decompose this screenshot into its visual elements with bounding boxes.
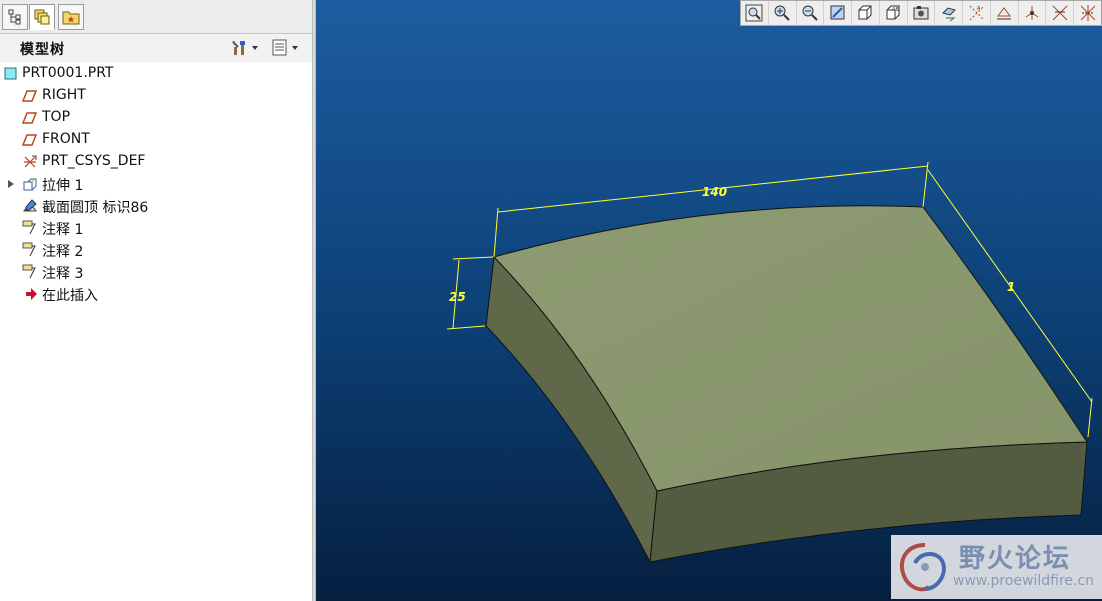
zoom-fit-button[interactable] bbox=[741, 1, 769, 25]
dimension-width-label[interactable]: 140 bbox=[702, 185, 727, 199]
svg-text:A: A bbox=[977, 6, 981, 12]
tools-icon bbox=[232, 41, 245, 55]
graphics-viewport[interactable]: 140 25 1 AB A 野火论坛 www.proewildfire.cn bbox=[316, 0, 1102, 601]
svg-text:AB: AB bbox=[892, 7, 899, 13]
layers-icon bbox=[34, 9, 50, 25]
display-style-icon bbox=[913, 6, 929, 20]
tree-item-section-dome[interactable]: 截面圆顶 标识86 bbox=[0, 195, 310, 217]
zoom-out-button[interactable] bbox=[797, 1, 825, 25]
expand-arrow-icon[interactable] bbox=[8, 180, 14, 188]
annotation-icon bbox=[22, 264, 36, 279]
datum-plane-icon bbox=[22, 90, 38, 102]
insert-here-arrow-icon bbox=[26, 288, 37, 300]
forum-logo-icon bbox=[900, 543, 946, 592]
tree-item-top[interactable]: TOP bbox=[0, 107, 310, 129]
tree-item-insert-here[interactable]: 在此插入 bbox=[0, 283, 310, 305]
view-toolbar: AB A bbox=[740, 0, 1102, 26]
forum-watermark: 野火论坛 www.proewildfire.cn bbox=[891, 535, 1102, 599]
chevron-down-icon bbox=[292, 46, 298, 50]
favorites-icon bbox=[62, 11, 80, 25]
zoom-in-icon bbox=[774, 5, 790, 21]
tree-item-label: PRT0001.PRT bbox=[22, 65, 114, 81]
annotation-display-button[interactable] bbox=[1046, 1, 1075, 25]
tree-item-label: 拉伸 1 bbox=[42, 178, 84, 194]
tree-item-front[interactable]: FRONT bbox=[0, 129, 310, 151]
tree-item-annotation-3[interactable]: 注释 3 bbox=[0, 261, 310, 283]
repaint-button[interactable] bbox=[824, 1, 853, 25]
section-dome-icon bbox=[23, 199, 37, 212]
show-columns-icon bbox=[272, 39, 287, 56]
annotation-icon bbox=[22, 242, 36, 257]
tree-item-label: 注释 1 bbox=[42, 222, 84, 238]
dimension-depth-label[interactable]: 1 bbox=[1007, 280, 1015, 294]
tree-item-label: 在此插入 bbox=[42, 288, 98, 304]
zoom-out-icon bbox=[802, 5, 818, 21]
spin-center-button[interactable] bbox=[1074, 1, 1101, 25]
panel-title: 模型树 bbox=[20, 42, 65, 58]
annotation-icon bbox=[22, 220, 36, 235]
tree-item-annotation-2[interactable]: 注释 2 bbox=[0, 239, 310, 261]
tab-model-tree[interactable] bbox=[2, 4, 28, 30]
chevron-down-icon bbox=[252, 46, 258, 50]
dimension-height-label[interactable]: 25 bbox=[449, 290, 466, 304]
point-display-button[interactable] bbox=[991, 1, 1019, 25]
tree-item-label: 注释 2 bbox=[42, 244, 84, 260]
tab-layers[interactable] bbox=[29, 4, 55, 30]
tree-item-right[interactable]: RIGHT bbox=[0, 85, 310, 107]
datum-plane-icon bbox=[22, 134, 38, 146]
point-display-icon bbox=[997, 7, 1012, 20]
axis-display-icon: A bbox=[969, 5, 984, 21]
settings-dropdown[interactable] bbox=[230, 39, 258, 57]
part-icon bbox=[4, 67, 17, 80]
model-tree-icon bbox=[8, 9, 21, 25]
tree-item-root[interactable]: PRT0001.PRT bbox=[0, 63, 310, 85]
tree-item-extrude[interactable]: 拉伸 1 bbox=[0, 173, 310, 195]
tab-favorites[interactable] bbox=[58, 4, 84, 30]
model-tree-header: 模型树 bbox=[0, 34, 312, 62]
tree-item-label: 注释 3 bbox=[42, 266, 84, 282]
spin-center-icon bbox=[1080, 5, 1095, 21]
navigator-tabbar bbox=[0, 0, 312, 34]
plane-display-icon bbox=[941, 7, 956, 22]
model-tree: PRT0001.PRT RIGHT TOP FRONT PRT_CSYS_DEF… bbox=[0, 63, 310, 305]
csys-display-button[interactable] bbox=[1019, 1, 1047, 25]
plane-display-button[interactable] bbox=[935, 1, 964, 25]
repaint-icon bbox=[830, 5, 845, 20]
model-view: 140 25 1 bbox=[446, 161, 1093, 564]
tree-item-annotation-1[interactable]: 注释 1 bbox=[0, 217, 310, 239]
tree-item-csys[interactable]: PRT_CSYS_DEF bbox=[0, 151, 310, 173]
tree-item-label: FRONT bbox=[42, 131, 90, 147]
datum-plane-icon bbox=[22, 112, 38, 124]
display-style-button[interactable] bbox=[908, 1, 936, 25]
coordinate-system-icon bbox=[24, 155, 37, 168]
watermark-url: www.proewildfire.cn bbox=[953, 573, 1095, 589]
watermark-title: 野火论坛 bbox=[959, 544, 1072, 574]
tree-item-label: TOP bbox=[42, 109, 71, 125]
tree-item-label: 截面圆顶 标识86 bbox=[42, 200, 149, 216]
tree-item-label: PRT_CSYS_DEF bbox=[42, 153, 146, 169]
axis-display-button[interactable]: A bbox=[963, 1, 991, 25]
orient-button[interactable] bbox=[852, 1, 880, 25]
extrude-icon bbox=[23, 177, 37, 191]
show-dropdown[interactable] bbox=[272, 39, 298, 57]
tree-item-label: RIGHT bbox=[42, 87, 86, 103]
orient-icon bbox=[858, 5, 872, 20]
zoom-in-button[interactable] bbox=[769, 1, 797, 25]
zoom-fit-icon bbox=[745, 4, 763, 22]
model-tree-panel: 模型树 PRT0001.PRT RIGHT TOP FRONT PRT_CSYS… bbox=[0, 0, 313, 601]
annotation-display-icon bbox=[1052, 5, 1068, 21]
csys-display-icon bbox=[1025, 6, 1039, 20]
saved-views-icon: AB bbox=[886, 5, 900, 20]
saved-views-button[interactable]: AB bbox=[880, 1, 908, 25]
